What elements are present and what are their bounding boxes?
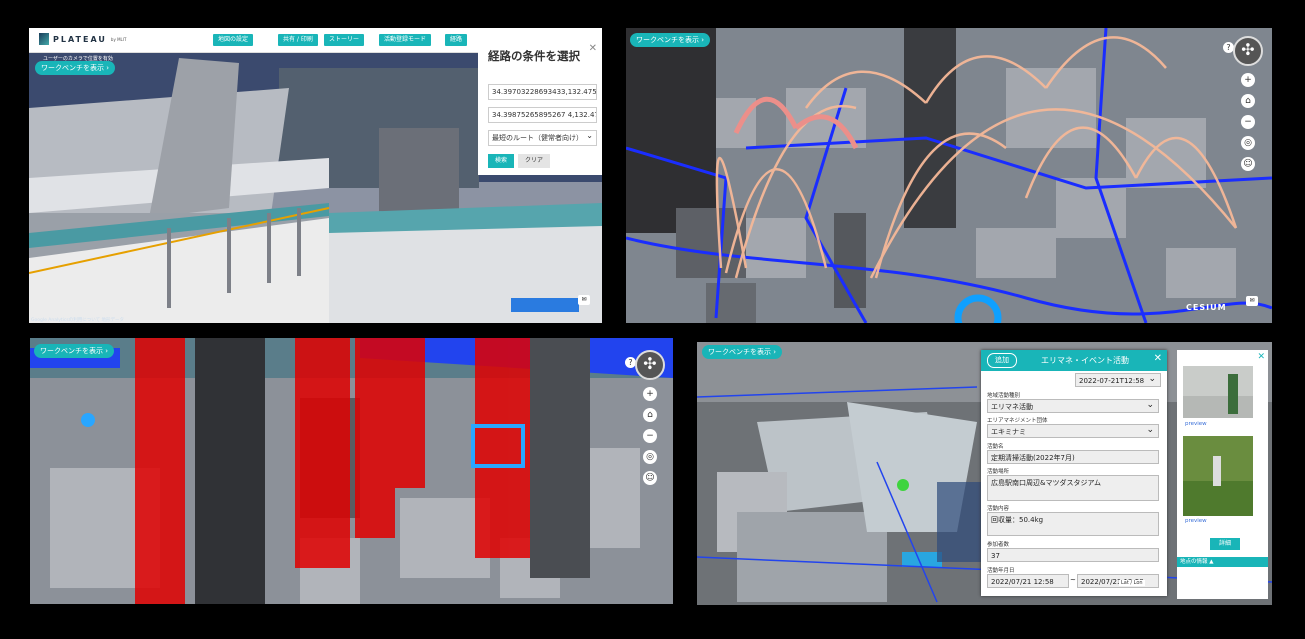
panel-network-arcs: ワークベンチを表示 ? ✣ + ⌂ − ◎ ☺ CESIUM ✉ xyxy=(626,28,1272,323)
detail-button[interactable]: 詳細 xyxy=(1210,538,1241,550)
home-icon[interactable]: ⌂ xyxy=(643,408,657,422)
form-header: 追加 エリマネ・イベント活動 ✕ xyxy=(981,350,1167,371)
cesium-logo: CESIUM xyxy=(1186,303,1227,312)
route-title: 経路の条件を選択 xyxy=(488,49,580,63)
latlon-label: Lat / Lon xyxy=(1119,580,1145,586)
date-to-field[interactable]: 2022/07/21 12:58 xyxy=(1077,574,1159,588)
map-settings-button[interactable]: 地図の設定 xyxy=(213,34,254,46)
activity-type-label: 地域活動種別 xyxy=(987,393,1021,399)
brand-sub: by MLIT xyxy=(110,36,127,42)
search-button[interactable]: 検索 xyxy=(488,154,515,168)
route-from-field[interactable]: 34.39703228693433,132.475 xyxy=(488,84,597,100)
datetime-select[interactable]: 2022-07-21T12:58 xyxy=(1075,373,1161,387)
workbench-button[interactable]: ワークベンチを表示 xyxy=(702,345,783,359)
activity-content-field[interactable]: 回収量：50.4kg xyxy=(987,512,1159,536)
activity-form: 追加 エリマネ・イベント活動 ✕ 2022-07-21T12:58 地域活動種別… xyxy=(981,350,1167,596)
brand-name: PLATEAU xyxy=(53,34,107,44)
route-to-field[interactable]: 34.39875265895267 4,132.47 xyxy=(488,107,597,123)
city-arcs-view[interactable] xyxy=(626,28,1272,323)
zoom-in-icon[interactable]: + xyxy=(1241,73,1255,87)
preview-link-1[interactable]: preview xyxy=(1185,421,1207,427)
participants-field[interactable]: 37 xyxy=(987,548,1159,562)
clear-button[interactable]: クリア xyxy=(518,154,551,168)
compass-icon[interactable]: ✣ xyxy=(1233,36,1263,66)
photo-thumbnail-1[interactable] xyxy=(1183,366,1253,418)
home-icon[interactable]: ⌂ xyxy=(1241,94,1255,108)
route-button[interactable]: 経路 xyxy=(445,34,468,46)
content-label: 活動内容 xyxy=(987,506,1010,512)
map-navigation: ✣ + ⌂ − ◎ ☺ xyxy=(1233,36,1263,171)
pedestrian-icon[interactable]: ☺ xyxy=(1241,157,1255,171)
locate-icon[interactable]: ◎ xyxy=(643,450,657,464)
activity-place-field[interactable]: 広島駅南口周辺&マツダスタジアム xyxy=(987,475,1159,501)
locate-icon[interactable]: ◎ xyxy=(1241,136,1255,150)
add-button[interactable]: 追加 xyxy=(987,353,1017,368)
date-label: 活動年月日 xyxy=(987,568,1015,574)
zoom-in-icon[interactable]: + xyxy=(643,387,657,401)
close-icon[interactable]: ✕ xyxy=(1154,353,1162,364)
footer-links[interactable]: Google Analyticsの利用について 地形データ xyxy=(31,317,124,323)
form-title: エリマネ・イベント活動 xyxy=(1041,356,1129,365)
name-label: 活動名 xyxy=(987,444,1004,450)
photo-thumbnail-2[interactable] xyxy=(1183,436,1253,516)
map-navigation: ✣ + ⌂ − ◎ ☺ xyxy=(635,350,665,485)
workbench-button[interactable]: ワークベンチを表示 xyxy=(34,344,115,358)
close-icon[interactable]: ✕ xyxy=(589,43,597,54)
zoom-out-icon[interactable]: − xyxy=(1241,115,1255,129)
activity-mode-button[interactable]: 活動登録モード xyxy=(379,34,432,46)
close-icon[interactable]: ✕ xyxy=(1257,352,1265,362)
activity-name-field[interactable]: 定期清掃活動(2022年7月) xyxy=(987,450,1159,464)
route-type-select[interactable]: 最短のルート（健常者向け） xyxy=(488,130,597,146)
place-info-bar[interactable]: 地点の情報 ▲ xyxy=(1177,557,1268,567)
zoom-out-icon[interactable]: − xyxy=(643,429,657,443)
date-from-field[interactable]: 2022/07/21 12:58 xyxy=(987,574,1069,588)
org-select[interactable]: エキミナミ xyxy=(987,424,1159,438)
place-label: 活動場所 xyxy=(987,469,1010,475)
route-dialog: 経路の条件を選択 ✕ 34.39703228693433,132.475 34.… xyxy=(478,42,602,175)
pedestrian-icon[interactable]: ☺ xyxy=(643,471,657,485)
feedback-icon[interactable]: ✉ xyxy=(578,295,590,305)
place-info-label: 地点の情報 xyxy=(1180,559,1208,565)
panel-height-columns: ワークベンチを表示 ? ✣ + ⌂ − ◎ ☺ xyxy=(30,338,673,604)
share-print-button[interactable]: 共有 / 印刷 xyxy=(278,34,318,46)
panel-activity-form: ワークベンチを表示 追加 エリマネ・イベント活動 ✕ 2022-07-21T12… xyxy=(697,342,1272,605)
date-range-separator: ~ xyxy=(1070,576,1076,584)
coordinates-readout: 61.33193°N, 162.85712°E xyxy=(1183,580,1256,586)
activity-type-select[interactable]: エリマネ活動 xyxy=(987,399,1159,413)
city-columns-view[interactable] xyxy=(30,338,673,604)
plateau-logo: PLATEAU by MLIT xyxy=(39,33,126,45)
feedback-icon[interactable]: ✉ xyxy=(1246,296,1258,306)
compass-icon[interactable]: ✣ xyxy=(635,350,665,380)
participants-label: 参加者数 xyxy=(987,542,1010,548)
plateau-logo-icon xyxy=(39,33,49,45)
workbench-button[interactable]: ワークベンチを表示 xyxy=(35,61,116,75)
preview-link-2[interactable]: preview xyxy=(1185,518,1207,524)
workbench-button[interactable]: ワークベンチを表示 xyxy=(630,33,711,47)
story-button[interactable]: ストーリー xyxy=(324,34,365,46)
panel-route-search: PLATEAU by MLIT 地図の設定 共有 / 印刷 ストーリー 活動登録… xyxy=(29,28,602,323)
org-label: エリアマネジメント団体 xyxy=(987,418,1048,424)
